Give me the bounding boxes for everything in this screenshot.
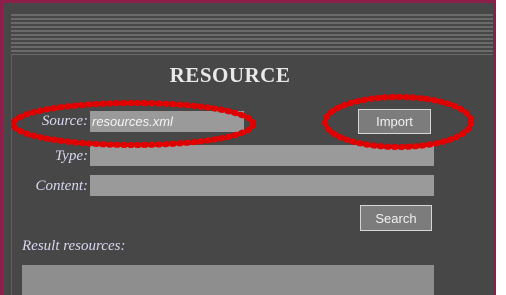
source-value: resources.xml bbox=[92, 114, 173, 129]
result-list bbox=[22, 265, 434, 295]
type-label: Type: bbox=[54, 148, 88, 164]
page-title: RESOURCE bbox=[169, 63, 291, 87]
result-label: Result resources: bbox=[22, 238, 126, 254]
import-button[interactable]: Import bbox=[358, 109, 431, 134]
content-field[interactable] bbox=[90, 175, 434, 196]
search-button[interactable]: Search bbox=[360, 205, 432, 231]
header-stripes bbox=[11, 14, 493, 55]
content-label: Content: bbox=[35, 178, 89, 194]
type-field[interactable] bbox=[90, 145, 434, 166]
window-top-border bbox=[3, 0, 493, 3]
source-label: Source: bbox=[41, 113, 88, 129]
